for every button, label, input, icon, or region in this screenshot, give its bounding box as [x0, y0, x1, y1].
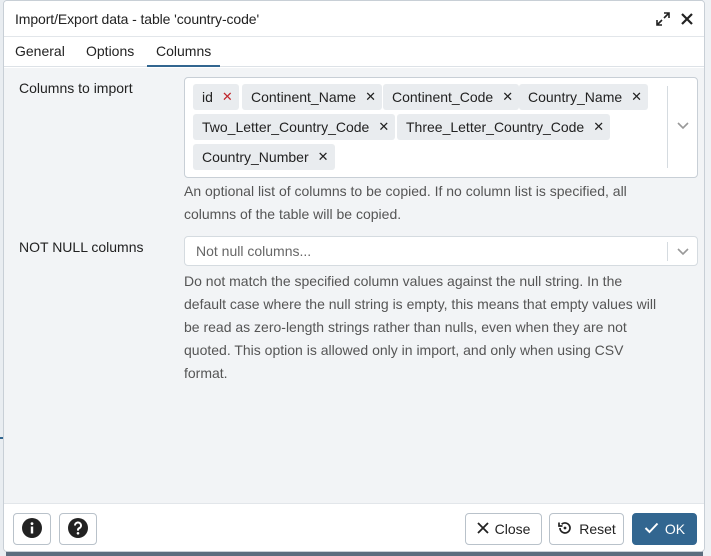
remove-chip-icon[interactable]: ✕ — [318, 144, 329, 170]
reset-icon — [557, 520, 573, 539]
column-chip: Continent_Name ✕ — [242, 84, 382, 110]
not-null-columns-select[interactable]: Not null columns... — [184, 236, 698, 266]
dialog-titlebar: Import/Export data - table 'country-code… — [4, 1, 704, 37]
dialog-title: Import/Export data - table 'country-code… — [15, 11, 260, 27]
help-line: An optional list of columns to be copied… — [184, 183, 627, 199]
help-line: be read as zero-length strings rather th… — [184, 319, 627, 335]
column-chip: id ✕ — [193, 84, 239, 110]
remove-chip-icon[interactable]: ✕ — [502, 84, 513, 110]
column-chip: Two_Letter_Country_Code ✕ — [193, 114, 396, 140]
column-chip: Country_Number ✕ — [193, 144, 335, 170]
help-line: Do not match the specified column values… — [184, 273, 623, 289]
not-null-columns-help: Do not match the specified column values… — [184, 270, 698, 385]
remove-chip-icon[interactable]: ✕ — [631, 84, 642, 110]
remove-chip-icon[interactable]: ✕ — [365, 84, 376, 110]
help-line: quoted. This option is allowed only in i… — [184, 342, 624, 358]
help-line: format. — [184, 365, 228, 381]
column-chip-label: Two_Letter_Country_Code — [202, 119, 370, 135]
column-chip-label: Continent_Code — [392, 89, 494, 105]
info-button[interactable] — [13, 513, 51, 545]
tab-general[interactable]: General — [6, 37, 74, 67]
close-x-icon — [476, 521, 489, 537]
close-icon[interactable] — [678, 10, 696, 28]
column-chip-label: Continent_Name — [251, 89, 357, 105]
column-chip-label: Country_Number — [202, 149, 309, 165]
expand-icon[interactable] — [654, 10, 672, 28]
select-divider — [667, 86, 668, 168]
columns-to-import-label: Columns to import — [19, 80, 133, 96]
not-null-columns-label: NOT NULL columns — [19, 239, 144, 255]
help-line: default case where the null string is em… — [184, 296, 657, 312]
question-icon — [68, 517, 88, 541]
help-line: columns of the table will be copied. — [184, 206, 402, 222]
info-icon — [22, 517, 42, 541]
help-button[interactable] — [59, 513, 97, 545]
close-button[interactable]: Close — [465, 513, 542, 545]
check-icon — [644, 521, 659, 537]
column-chip: Country_Name ✕ — [519, 84, 649, 110]
remove-chip-icon[interactable]: ✕ — [222, 84, 233, 110]
not-null-placeholder: Not null columns... — [196, 243, 312, 259]
ok-button[interactable]: OK — [632, 513, 697, 545]
remove-chip-icon[interactable]: ✕ — [593, 114, 604, 140]
ok-button-label: OK — [664, 521, 686, 537]
import-export-dialog: Import/Export data - table 'country-code… — [3, 0, 705, 552]
columns-to-import-help: An optional list of columns to be copied… — [184, 180, 698, 226]
column-chip-label: id — [202, 89, 213, 105]
tab-columns[interactable]: Columns — [147, 37, 221, 67]
columns-to-import-select[interactable]: id ✕ Continent_Name ✕ Continent_Code ✕ C… — [184, 77, 698, 178]
tab-bar: General Options Columns — [4, 37, 704, 67]
dialog-footer: Close Reset OK — [4, 503, 704, 551]
reset-button-label: Reset — [579, 521, 616, 537]
columns-panel: Columns to import id ✕ Continent_Name ✕ … — [4, 68, 704, 503]
column-chip: Three_Letter_Country_Code ✕ — [397, 114, 611, 140]
reset-button[interactable]: Reset — [549, 513, 624, 545]
close-button-label: Close — [494, 521, 531, 537]
column-chip-label: Country_Name — [528, 89, 623, 105]
tab-options[interactable]: Options — [77, 37, 143, 67]
remove-chip-icon[interactable]: ✕ — [378, 114, 389, 140]
chevron-down-icon[interactable] — [673, 242, 693, 262]
chevron-down-icon[interactable] — [673, 116, 693, 136]
column-chip-label: Three_Letter_Country_Code — [406, 119, 585, 135]
column-chip: Continent_Code ✕ — [383, 84, 520, 110]
select-divider — [667, 242, 668, 261]
